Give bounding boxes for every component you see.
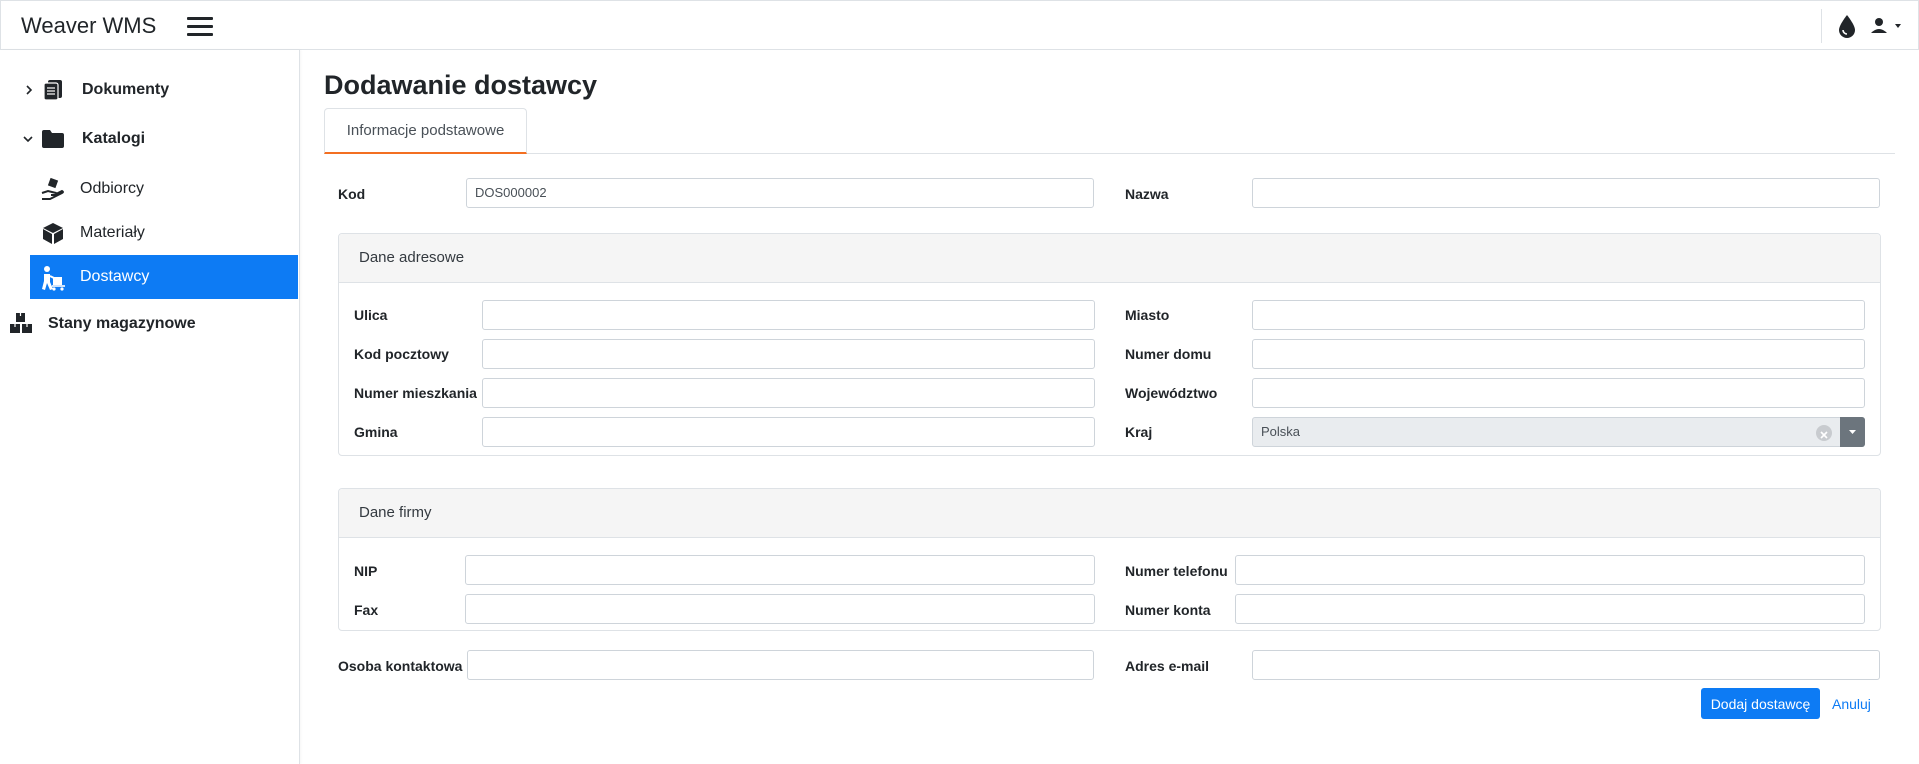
company-card-title: Dane firmy [359, 504, 432, 521]
user-menu-button[interactable] [1867, 15, 1907, 37]
ulica-input[interactable] [482, 300, 1095, 330]
fax-label: Fax [354, 602, 379, 618]
sidebar-item-label: Katalogi [82, 130, 146, 147]
hamburger-icon[interactable] [187, 16, 213, 38]
osoba-kontaktowa-label: Osoba kontaktowa [338, 658, 463, 674]
page-title: Dodawanie dostawcy [324, 70, 598, 100]
miasto-label: Miasto [1125, 307, 1170, 323]
nazwa-label: Nazwa [1125, 186, 1169, 202]
numer-konta-input[interactable] [1235, 594, 1865, 624]
app-brand[interactable]: Weaver WMS [21, 13, 156, 39]
sidebar-item-label: Materiały [80, 224, 145, 241]
sidebar: Dokumenty Katalogi Odbiorcy Materiały Do… [0, 50, 300, 764]
documents-icon [43, 80, 62, 101]
company-card-header: Dane firmy [339, 489, 1880, 538]
numer-domu-label: Numer domu [1125, 346, 1212, 362]
sidebar-item-katalogi[interactable]: Katalogi [20, 122, 280, 156]
kod-label: Kod [338, 186, 366, 202]
fax-input[interactable] [465, 594, 1095, 624]
numer-mieszkania-label: Numer mieszkania [354, 385, 477, 401]
people-carry-icon [42, 266, 65, 291]
adres-email-input[interactable] [1252, 650, 1880, 680]
sidebar-item-materialy[interactable]: Materiały [30, 215, 298, 251]
chevron-down-icon [23, 136, 33, 143]
chevron-down-icon [1895, 24, 1901, 28]
gmina-input[interactable] [482, 417, 1095, 447]
numer-telefonu-label: Numer telefonu [1125, 563, 1228, 579]
top-navbar: Weaver WMS [0, 0, 1919, 50]
sidebar-item-label: Odbiorcy [80, 180, 145, 197]
hand-holding-box-icon [41, 177, 64, 200]
tabs-divider [324, 153, 1895, 154]
kod-pocztowy-label: Kod pocztowy [354, 346, 449, 362]
address-card-title: Dane adresowe [359, 249, 465, 266]
boxes-icon [10, 313, 32, 333]
caret-down-icon [1849, 430, 1856, 434]
tab-informacje-podstawowe[interactable]: Informacje podstawowe [324, 108, 527, 154]
nazwa-input[interactable] [1252, 178, 1880, 208]
select-toggle-button[interactable] [1840, 417, 1865, 447]
wojewodztwo-input[interactable] [1252, 378, 1865, 408]
nip-input[interactable] [465, 555, 1095, 585]
address-card-header: Dane adresowe [339, 234, 1880, 283]
sidebar-item-odbiorcy[interactable]: Odbiorcy [30, 171, 298, 207]
cancel-link[interactable]: Anuluj [1832, 688, 1871, 719]
numer-mieszkania-input[interactable] [482, 378, 1095, 408]
sidebar-item-label: Stany magazynowe [48, 315, 196, 332]
nip-label: NIP [354, 563, 378, 579]
kraj-label: Kraj [1125, 424, 1153, 440]
kraj-selected-value: Polska [1261, 424, 1301, 439]
osoba-kontaktowa-input[interactable] [467, 650, 1094, 680]
kraj-select[interactable]: Polska [1252, 417, 1865, 447]
folder-icon [42, 130, 64, 148]
wojewodztwo-label: Województwo [1125, 385, 1218, 401]
main-content: Dodawanie dostawcy Informacje podstawowe… [300, 50, 1919, 764]
user-icon [1871, 18, 1901, 33]
add-supplier-button[interactable]: Dodaj dostawcę [1701, 688, 1820, 719]
kod-input[interactable]: DOS000002 [466, 178, 1094, 208]
sidebar-item-stany-magazynowe[interactable]: Stany magazynowe [0, 303, 300, 343]
clear-icon[interactable] [1816, 425, 1832, 441]
adres-email-label: Adres e-mail [1125, 658, 1210, 674]
address-card: Dane adresowe Ulica Miasto Kod pocztowy … [338, 233, 1881, 456]
company-card: Dane firmy NIP Numer telefonu Fax Numer … [338, 488, 1881, 631]
numer-telefonu-input[interactable] [1235, 555, 1865, 585]
sidebar-item-label: Dostawcy [80, 268, 150, 285]
navbar-divider [1821, 9, 1822, 43]
sidebar-item-label: Dokumenty [82, 81, 170, 98]
chevron-right-icon [26, 85, 33, 95]
droplet-icon[interactable] [1836, 13, 1858, 39]
ulica-label: Ulica [354, 307, 388, 323]
numer-domu-input[interactable] [1252, 339, 1865, 369]
numer-konta-label: Numer konta [1125, 602, 1211, 618]
sidebar-item-dostawcy[interactable]: Dostawcy [30, 255, 298, 299]
gmina-label: Gmina [354, 424, 398, 440]
cube-icon [43, 223, 63, 244]
miasto-input[interactable] [1252, 300, 1865, 330]
sidebar-item-dokumenty[interactable]: Dokumenty [20, 73, 280, 107]
kod-pocztowy-input[interactable] [482, 339, 1095, 369]
